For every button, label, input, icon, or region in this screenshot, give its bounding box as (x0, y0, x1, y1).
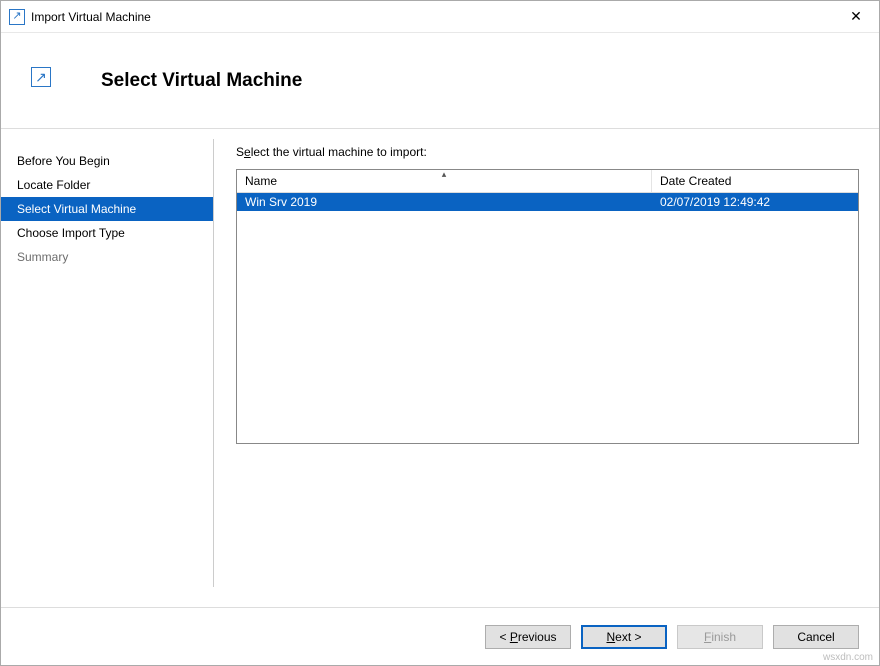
titlebar: ↗ Import Virtual Machine ✕ (1, 1, 879, 33)
wizard-window: ↗ Import Virtual Machine ✕ ↗ Select Virt… (0, 0, 880, 666)
wizard-body: Before You Begin Locate Folder Select Vi… (1, 129, 879, 607)
cancel-button[interactable]: Cancel (773, 625, 859, 649)
listview-body: Win Srv 2019 02/07/2019 12:49:42 (237, 193, 858, 443)
page-icon: ↗ (31, 67, 51, 87)
step-before-you-begin[interactable]: Before You Begin (1, 149, 213, 173)
app-icon: ↗ (9, 9, 25, 25)
instruction-label: Select the virtual machine to import: (236, 145, 859, 159)
wizard-footer: < Previous Next > Finish Cancel (1, 607, 879, 665)
step-locate-folder[interactable]: Locate Folder (1, 173, 213, 197)
step-choose-import-type[interactable]: Choose Import Type (1, 221, 213, 245)
wizard-content: Select the virtual machine to import: ▴ … (214, 129, 879, 607)
page-title: Select Virtual Machine (101, 70, 302, 92)
next-button[interactable]: Next > (581, 625, 667, 649)
step-summary: Summary (1, 245, 213, 269)
cell-vm-name: Win Srv 2019 (237, 193, 652, 211)
watermark: wsxdn.com (823, 652, 873, 663)
wizard-sidebar: Before You Begin Locate Folder Select Vi… (1, 139, 214, 587)
column-header-name[interactable]: ▴ Name (237, 170, 652, 192)
column-header-date[interactable]: Date Created (652, 170, 858, 192)
wizard-header: ↗ Select Virtual Machine (1, 33, 879, 129)
vm-listview[interactable]: ▴ Name Date Created Win Srv 2019 02/07/2… (236, 169, 859, 444)
window-title: Import Virtual Machine (31, 10, 151, 24)
previous-button[interactable]: < Previous (485, 625, 571, 649)
cell-vm-date: 02/07/2019 12:49:42 (652, 193, 858, 211)
finish-button: Finish (677, 625, 763, 649)
close-button[interactable]: ✕ (833, 1, 879, 32)
step-select-virtual-machine[interactable]: Select Virtual Machine (1, 197, 213, 221)
sort-indicator-icon: ▴ (442, 169, 447, 180)
listview-header: ▴ Name Date Created (237, 170, 858, 193)
table-row[interactable]: Win Srv 2019 02/07/2019 12:49:42 (237, 193, 858, 211)
